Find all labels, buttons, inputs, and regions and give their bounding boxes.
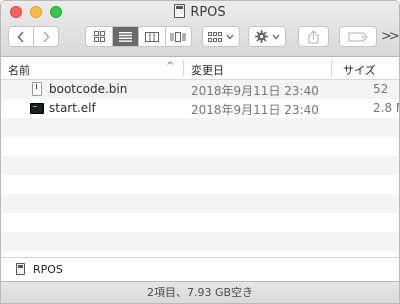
chevron-right-icon [43,30,50,43]
column-divider[interactable] [183,60,184,76]
executable-icon [30,103,44,114]
file-modified: 2018年9月11日 23:40 [191,103,319,117]
column-name-header[interactable]: 名前 [8,62,30,78]
window-title: RPOS [1,4,399,20]
sd-card-icon [174,4,186,18]
chevron-down-icon [226,34,234,39]
empty-row [1,213,399,232]
sd-card-icon [16,263,25,275]
column-view-button[interactable] [138,27,164,46]
column-view-icon [145,31,160,42]
status-text: 2項目、7.93 GB空き [146,286,254,299]
path-bar: RPOS [1,257,399,281]
empty-row [1,175,399,194]
icon-view-button[interactable] [86,27,112,46]
action-menu-button[interactable] [248,26,286,47]
navigation-buttons [8,26,59,47]
back-button[interactable] [9,27,33,46]
empty-row [1,118,399,137]
chevron-down-icon [272,34,279,39]
list-view-icon [119,31,133,42]
list-view-button[interactable] [112,27,139,46]
group-by-icon [208,31,222,42]
document-icon [32,82,42,96]
empty-row [1,194,399,213]
file-size: 2.8 M [373,101,399,115]
empty-row [1,232,399,251]
icon-view-icon [93,31,105,42]
chevron-left-icon [17,30,24,43]
column-divider[interactable] [331,60,332,76]
sort-ascending-icon: ^ [166,61,175,72]
file-list: bootcode.bin 2018年9月11日 23:40 52 start.e… [1,80,399,256]
gallery-view-button[interactable] [164,27,191,46]
gallery-view-icon [170,31,186,42]
file-size: 52 [373,82,389,96]
tag-button[interactable] [339,26,377,47]
tag-icon [348,32,368,41]
group-by-button[interactable] [202,26,240,47]
file-row[interactable]: bootcode.bin 2018年9月11日 23:40 52 [1,80,399,99]
file-name: start.elf [49,101,96,115]
title-bar: RPOS >> [1,1,399,57]
share-icon [308,29,319,43]
window-title-text: RPOS [190,5,226,20]
gear-icon [254,30,268,43]
path-item[interactable]: RPOS [33,263,63,276]
file-modified: 2018年9月11日 23:40 [191,84,319,98]
toolbar-overflow-button[interactable]: >> [381,29,399,44]
column-header: 名前 ^ 変更日 サイズ [1,57,399,80]
view-mode-selector [85,26,192,47]
file-name: bootcode.bin [49,82,128,96]
column-modified-header[interactable]: 変更日 [191,62,224,78]
finder-window: RPOS >> 名前 ^ 変更日 サイズ bootcode.bin 2018年9… [0,0,400,304]
empty-row [1,137,399,156]
status-bar: 2項目、7.93 GB空き [1,281,399,303]
empty-row [1,156,399,175]
share-button[interactable] [298,26,329,47]
forward-button[interactable] [33,27,58,46]
column-size-header[interactable]: サイズ [343,62,376,78]
file-row[interactable]: start.elf 2018年9月11日 23:40 2.8 M [1,99,399,118]
